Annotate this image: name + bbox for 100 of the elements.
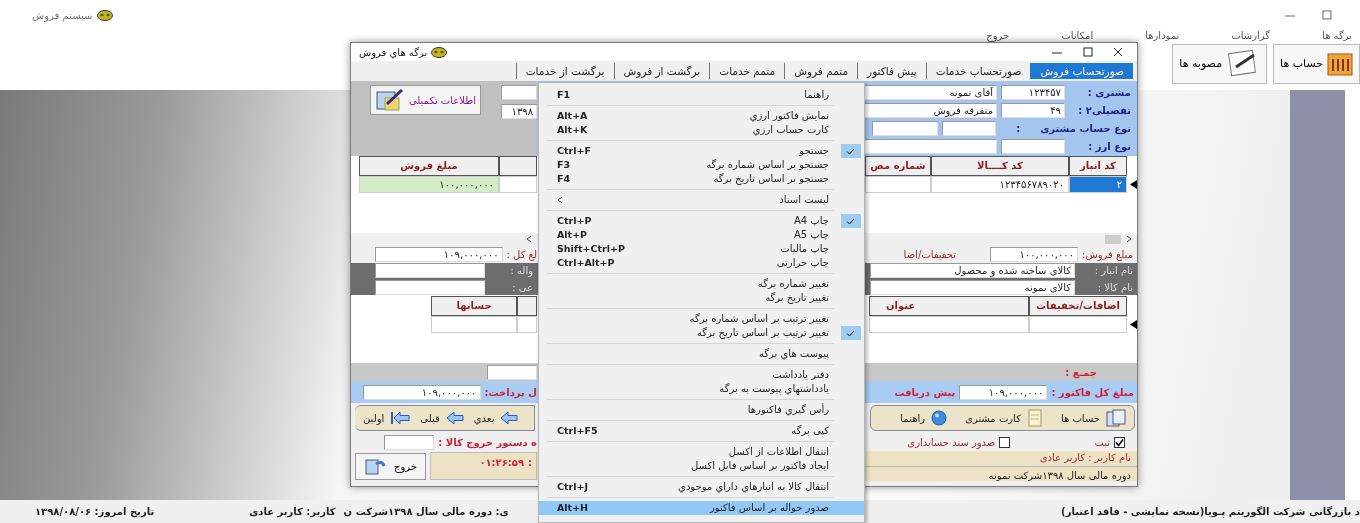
row-pointer-icon <box>1130 320 1137 329</box>
toolbar-button[interactable]: حساب ها <box>1273 44 1360 84</box>
menu-item[interactable]: لیست اسناد <box>539 193 864 207</box>
text-field[interactable]: ۱۰۰,۰۰۰,۰۰۰ <box>990 246 1079 262</box>
menu-item[interactable]: خروج <box>960 30 1036 42</box>
field-label: عی : <box>511 281 534 295</box>
menu-item[interactable]: نمودارها <box>1119 30 1206 42</box>
field-label: نوع حساب مشتری <box>1040 121 1131 136</box>
text-field[interactable] <box>487 364 537 380</box>
text-field[interactable] <box>1001 138 1065 154</box>
text-field[interactable] <box>375 280 485 295</box>
text-field[interactable]: ۱۳۹۸ <box>501 104 537 119</box>
status-text: د بازرگانی شرکت الگوریتم پـویا(نسخه نمایشی - فاقد اعتبار) <box>1061 505 1360 519</box>
column-header: حسابها <box>431 295 517 316</box>
toolbar-button[interactable]: اولین <box>361 410 387 426</box>
column-header: کد کــــالا <box>931 156 1069 176</box>
menu-item[interactable]: تغییر ترتیب بر اساس تاريخ برگه <box>539 326 864 340</box>
checkbox-label: صدور سند حسابداری <box>907 435 996 450</box>
maximize-icon[interactable] <box>1322 10 1332 20</box>
menu-item[interactable]: تغییر ترتیب بر اساس شماره برگه <box>539 312 864 326</box>
text-field[interactable] <box>501 85 537 100</box>
left-arrow-icon <box>445 411 464 425</box>
text-field[interactable] <box>872 120 939 136</box>
left-arrow-icon <box>500 411 519 425</box>
field-label: : <box>1016 121 1021 136</box>
scroll-right-icon[interactable] <box>1125 235 1133 243</box>
field-label: ه دستور خروج کالا : <box>438 435 537 450</box>
toolbar-button[interactable]: حساب ها <box>1058 410 1102 426</box>
exit-button[interactable]: خروج <box>355 452 426 480</box>
menu-item[interactable]: تغییر تاريخ برگه <box>539 291 864 305</box>
info-button[interactable]: اطلاعات تکمیلی <box>369 85 481 115</box>
status-text: ی: دوره مالی سال ۱۳۹۸شرکت ن <box>343 505 509 519</box>
field-label: : <box>528 456 532 470</box>
checkbox-label: ثبت <box>1094 435 1110 450</box>
tab[interactable]: صورتحساب فروش <box>1030 63 1133 79</box>
help-icon <box>931 410 948 426</box>
column-header: مبلغ فروش <box>359 156 499 176</box>
close-icon[interactable] <box>1113 47 1123 57</box>
text-field[interactable]: کالای ساخته شده و محصول <box>870 263 1075 278</box>
field-label: ل پرداخت: <box>484 385 537 400</box>
scrollbar-thumb[interactable] <box>1105 234 1121 244</box>
field-label: لغ کل : <box>506 247 537 262</box>
maximize-icon[interactable] <box>1083 47 1093 57</box>
field-label: مشتری : <box>1086 85 1131 100</box>
notepad-icon <box>1026 409 1043 427</box>
column-header: شماره مص <box>865 156 931 176</box>
menu-item[interactable]: امکانات <box>1035 30 1120 42</box>
menu-item[interactable]: دفتر يادداشت <box>539 368 864 382</box>
field-label: تفصیلی۲ : <box>1077 103 1131 118</box>
text-field[interactable] <box>864 138 997 154</box>
menu-item[interactable]: تغییر شماره برگه <box>539 277 864 291</box>
toolbar-button[interactable]: قبلی <box>418 410 442 426</box>
documents-icon <box>1106 409 1126 427</box>
clock-time: ۰۱:۲۶:۵۹ <box>479 456 524 470</box>
tab[interactable]: پیش فاکتور <box>857 63 926 79</box>
tab[interactable]: صورتحساب خدمات <box>925 63 1031 79</box>
exit-icon <box>364 456 386 476</box>
fiscal-period-info: دوره مالی سال ۱۳۹۸شرکت نمونه <box>987 468 1132 484</box>
text-field[interactable]: ۱۰۹,۰۰۰,۰۰۰ <box>374 246 503 262</box>
menu-item[interactable]: رأس گيري فاکتورها <box>539 403 864 417</box>
first-arrow-icon <box>390 411 411 425</box>
tab[interactable]: برگشت از خدمات <box>515 63 614 79</box>
menu-item[interactable]: برگه ها <box>1296 30 1358 42</box>
toolbar-button[interactable]: مصوبه ها <box>1172 44 1268 84</box>
text-field[interactable] <box>375 263 485 278</box>
text-field[interactable]: ۱۰۹,۰۰۰,۰۰۰ <box>959 384 1048 400</box>
table-cell[interactable]: ۲ <box>1069 176 1127 193</box>
text-field[interactable] <box>942 120 997 136</box>
menu-item[interactable]: انتقال اطلاعات از اکسل <box>539 445 864 459</box>
menu-item[interactable]: پیوست هاي برگه <box>539 347 864 361</box>
checkbox[interactable] <box>999 436 1011 448</box>
app-logo-icon <box>96 9 113 21</box>
text-field[interactable] <box>384 434 435 450</box>
menu-item[interactable]: يادداشتهاي پیوست به برگه <box>539 382 864 396</box>
checkmark-icon <box>846 147 855 155</box>
status-text: تاریخ امروز: ۱۳۹۸/۰۸/۰۶ <box>35 505 155 519</box>
menu-item[interactable]: ایجاد فاکتور بر اساس فایل اکسل <box>539 459 864 473</box>
field-label: مبلغ کل فاکتور : <box>1051 385 1134 400</box>
text-field[interactable]: کالای نمونه <box>870 280 1075 295</box>
table-cell <box>517 316 537 333</box>
table-cell: ۱۲۳۴۵۶۷۸۹۰۲۰ <box>931 176 1069 193</box>
scroll-left-icon[interactable] <box>525 235 533 243</box>
text-field[interactable]: متفرقه فروش <box>864 102 997 118</box>
toolbar-button[interactable]: راهنما <box>898 410 928 426</box>
tab[interactable]: برگشت از فروش <box>613 63 710 79</box>
window-title: برگه هاي فروش <box>359 45 428 60</box>
text-field[interactable]: آقای نمونه <box>864 84 997 100</box>
toolbar-button[interactable]: بعدي <box>471 410 497 426</box>
toolbar-button[interactable]: کارت مشتری <box>963 410 1023 426</box>
text-field[interactable]: ۱۰۹,۰۰۰,۰۰۰ <box>362 384 481 400</box>
column-header: عنوان <box>869 295 1029 316</box>
text-field[interactable]: ۱۲۳۴۵۷ <box>1001 84 1065 100</box>
checkbox[interactable] <box>1114 436 1125 448</box>
column-header: کد انبار <box>1069 156 1127 176</box>
field-label: پیش دریافت <box>894 385 956 400</box>
column-header: اضافات/تخفیفات <box>1029 295 1127 316</box>
menu-item[interactable]: گزارشات <box>1205 30 1297 42</box>
tab[interactable]: متمم فروش <box>784 63 858 79</box>
text-field[interactable]: ۴۹ <box>1001 102 1065 118</box>
tab[interactable]: متمم خدمات <box>709 63 785 79</box>
